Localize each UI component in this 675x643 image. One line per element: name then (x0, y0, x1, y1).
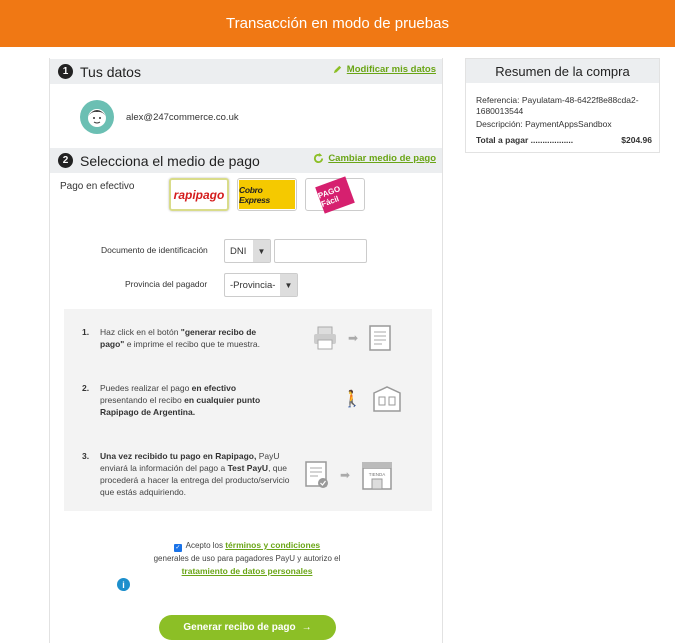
generate-receipt-button[interactable]: Generar recibo de pago → (159, 615, 336, 640)
user-face-icon (88, 109, 106, 127)
summary-title: Resumen de la compra (466, 59, 659, 83)
total-label: Total a pagar .................. (476, 135, 574, 145)
section-your-data-header: 1 Tus datos Modificar mis datos (50, 59, 442, 84)
payment-panel: 1 Tus datos Modificar mis datos alex@247… (49, 58, 443, 643)
terms-accept-text: Acepto los (185, 541, 223, 550)
walk-to-store-icons: 🚶 (342, 385, 402, 413)
walking-person-icon: 🚶 (342, 391, 362, 408)
payment-type-label: Pago en efectivo (60, 181, 135, 192)
document-label: Documento de identificación (101, 245, 208, 255)
printer-icon (314, 326, 336, 350)
step-3-bold-start: Una vez recibido tu pago en Rapipago, (100, 451, 257, 461)
document-type-select[interactable]: DNI ▼ (224, 239, 271, 263)
step-2-number: 2. (82, 383, 90, 393)
chevron-down-icon: ▼ (253, 240, 270, 262)
user-email: alex@247commerce.co.uk (126, 112, 239, 123)
store-sign-text: TIENDA (369, 472, 386, 477)
generate-receipt-label: Generar recibo de pago (183, 622, 296, 633)
print-receipt-icons: ➡ (312, 325, 392, 351)
step-number-1: 1 (58, 64, 73, 79)
rapipago-option[interactable]: rapipago (169, 178, 229, 211)
modify-data-label: Modificar mis datos (346, 64, 436, 75)
summary-description: Descripción: PaymentAppsSandbox (476, 119, 612, 129)
arrow-right-icon: ➡ (340, 468, 351, 482)
store-icon (373, 386, 401, 412)
section-payment-method-header: 2 Selecciona el medio de pago Cambiar me… (50, 148, 442, 173)
step-2-text-mid: presentando el recibo (100, 395, 185, 405)
province-label: Provincia del pagador (125, 279, 208, 289)
step-1-text: Haz click en el botón (100, 327, 181, 337)
chevron-down-icon: ▼ (280, 274, 297, 296)
arrow-right-icon: → (301, 622, 312, 633)
step-3-bold: Test PayU (227, 463, 269, 473)
step-1-text-end: e imprime el recibo que te muestra. (124, 339, 260, 349)
terms-checkbox[interactable]: ✓ (173, 544, 182, 552)
step-2-text: Puedes realizar el pago (100, 383, 192, 393)
modify-data-link[interactable]: Modificar mis datos (332, 64, 436, 75)
document-number-input[interactable] (274, 239, 367, 263)
step-number-2: 2 (58, 153, 73, 168)
section-title-your-data: Tus datos (80, 63, 141, 80)
privacy-link[interactable]: tratamiento de datos personales (182, 566, 313, 576)
refresh-icon (314, 153, 324, 164)
section-title-payment-method: Selecciona el medio de pago (80, 152, 260, 169)
cobro-express-logo: Cobro Express (239, 180, 295, 209)
test-mode-banner: Transacción en modo de pruebas (0, 0, 675, 47)
receipt-check-icon (305, 461, 328, 488)
terms-link[interactable]: términos y condiciones (225, 540, 320, 550)
cobro-express-option[interactable]: Cobro Express (237, 178, 297, 211)
delivery-icons: ➡ TIENDA (304, 460, 394, 490)
summary-reference: Referencia: Payulatam-48-6422f8e88cda2-1… (476, 95, 639, 116)
province-select[interactable]: -Provincia- ▼ (224, 273, 298, 297)
info-icon[interactable]: i (117, 578, 130, 591)
pago-facil-logo: PAGO Fácil (315, 175, 355, 214)
rapipago-logo: rapipago (173, 187, 225, 202)
shop-icon: TIENDA (362, 462, 393, 490)
terms-middle-text: generales de uso para pagadores PayU y a… (153, 554, 341, 563)
change-payment-method-label: Cambiar medio de pago (328, 153, 436, 164)
province-value: -Provincia- (230, 279, 276, 291)
step-2-bold: en efectivo (191, 383, 237, 393)
banner-title: Transacción en modo de pruebas (226, 15, 449, 32)
step-3-number: 3. (82, 451, 90, 461)
terms-block: ✓ Acepto los términos y condiciones gene… (50, 539, 444, 578)
step-1-number: 1. (82, 327, 90, 337)
pencil-icon (333, 65, 341, 74)
pago-facil-option[interactable]: PAGO Fácil (305, 175, 365, 214)
arrow-right-icon: ➡ (348, 331, 359, 345)
instructions-box: 1. Haz click en el botón "generar recibo… (64, 309, 432, 511)
total-value: $204.96 (621, 135, 652, 145)
document-type-value: DNI (230, 245, 247, 257)
purchase-summary: Resumen de la compra Referencia: Payulat… (465, 58, 660, 153)
change-payment-method-link[interactable]: Cambiar medio de pago (313, 153, 436, 164)
avatar (80, 100, 114, 134)
receipt-icon (369, 325, 391, 351)
summary-total: Total a pagar .................. $204.96 (476, 135, 652, 145)
